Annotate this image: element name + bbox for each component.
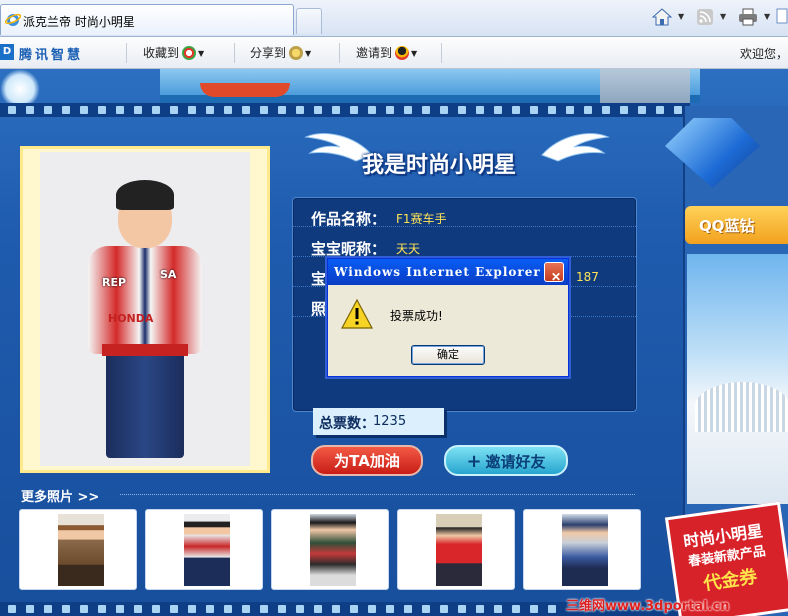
promo-line: 代金券	[702, 566, 759, 595]
invite-friends-label: 邀请好友	[485, 453, 546, 471]
tab-title: 派克兰帝 时尚小明星	[23, 15, 135, 29]
photo-thumbnail[interactable]	[19, 509, 137, 590]
home-icon	[652, 8, 672, 26]
close-icon: ✕	[551, 270, 563, 284]
jacket-text: HONDA	[108, 312, 154, 325]
info-row: 作品名称： F1赛车手	[293, 198, 636, 228]
separator	[126, 43, 127, 63]
links-toolbar: D 腾讯智慧 收藏到 ▼ 分享到 ▼ 邀请到 ▼ 欢迎您，	[0, 37, 788, 69]
print-button[interactable]: ▼	[738, 8, 770, 28]
blue-diamond-icon	[665, 118, 760, 188]
photo-thumbnail[interactable]	[397, 509, 515, 590]
dialog-message: 投票成功!	[390, 309, 443, 323]
share-label: 分享到	[250, 46, 287, 60]
warning-icon	[341, 299, 373, 329]
tencent-logo-icon: D	[0, 44, 14, 60]
watermark: 三维网www.3dportal.cn	[566, 599, 730, 614]
separator	[234, 43, 235, 63]
share-service-icon	[289, 46, 304, 60]
page-headline: 我是时尚小明星	[362, 153, 517, 178]
feeds-button[interactable]: ▼	[696, 8, 726, 28]
separator	[441, 43, 442, 63]
thumbnail-strip	[19, 509, 649, 591]
field-label: 作品名称：	[311, 210, 387, 228]
browser-tab[interactable]: 派克兰帝 时尚小明星	[0, 4, 294, 35]
invite-friends-button[interactable]: + 邀请好友	[444, 445, 568, 476]
field-label: 宝	[311, 270, 327, 288]
film-strip-top	[0, 103, 690, 117]
info-row: 宝宝昵称： 天天	[293, 228, 636, 258]
thumbnail-image	[58, 514, 104, 586]
photo-thumbnail[interactable]	[271, 509, 389, 590]
printer-icon	[739, 8, 757, 26]
thumbnail-image	[436, 514, 482, 586]
plus-icon: +	[466, 451, 482, 472]
page-menu-button[interactable]	[776, 8, 788, 28]
sidebar-photo	[687, 254, 788, 504]
cheer-button[interactable]: 为TA加油	[311, 445, 423, 476]
new-tab-button[interactable]	[296, 8, 322, 34]
more-photos-link[interactable]: 更多照片 >>	[21, 486, 99, 505]
invite-label: 邀请到	[356, 46, 393, 60]
photo-thumbnail[interactable]	[145, 509, 263, 590]
divider	[120, 494, 635, 495]
field-label: 宝宝昵称：	[311, 240, 387, 258]
dialog-title-bar[interactable]: Windows Internet Explorer ✕	[328, 259, 568, 285]
ok-button[interactable]: 确定	[411, 345, 485, 365]
qq-blue-diamond-tab[interactable]: QQ蓝钻	[685, 206, 788, 244]
main-photo-frame[interactable]: REP SA HONDA	[20, 146, 270, 473]
field-value: 187	[576, 270, 599, 284]
jacket-text: REP	[102, 276, 127, 289]
vote-count-value: 1235	[373, 414, 407, 429]
dialog-title: Windows Internet Explorer	[334, 265, 541, 279]
field-label: 照	[311, 300, 327, 318]
toolbar-brand: 腾讯智慧	[19, 48, 84, 63]
alert-dialog: Windows Internet Explorer ✕ 投票成功! 确定	[327, 258, 569, 377]
main-photo: REP SA HONDA	[40, 152, 250, 466]
vote-count-label: 总票数：	[319, 416, 375, 432]
thumbnail-image	[310, 514, 356, 586]
qq-tab-label: QQ蓝钻	[699, 217, 755, 235]
ie-icon	[5, 13, 21, 26]
welcome-text: 欢迎您，	[739, 47, 788, 61]
close-button[interactable]: ✕	[544, 262, 564, 284]
favorite-to-button[interactable]: 收藏到 ▼	[143, 44, 204, 61]
field-value: F1赛车手	[396, 212, 447, 226]
home-button[interactable]: ▼	[652, 8, 684, 28]
invite-to-button[interactable]: 邀请到 ▼	[356, 44, 417, 61]
right-wing-icon	[541, 133, 610, 162]
separator	[339, 43, 340, 63]
vote-count-box: 总票数： 1235	[313, 408, 444, 435]
favorite-label: 收藏到	[143, 46, 180, 60]
rss-icon	[697, 9, 713, 25]
thumbnail-image	[184, 514, 230, 586]
thumbnail-image	[562, 514, 608, 586]
page-icon	[776, 8, 788, 24]
header-banner-image	[160, 69, 700, 103]
favorite-service-icon	[182, 46, 197, 60]
field-value: 天天	[396, 242, 421, 256]
photo-thumbnail[interactable]	[523, 509, 641, 590]
share-to-button[interactable]: 分享到 ▼	[250, 44, 311, 61]
browser-tab-bar: 派克兰帝 时尚小明星 ▼ ▼ ▼	[0, 0, 788, 37]
jacket-text: SA	[160, 268, 177, 281]
qq-penguin-icon	[395, 46, 410, 60]
